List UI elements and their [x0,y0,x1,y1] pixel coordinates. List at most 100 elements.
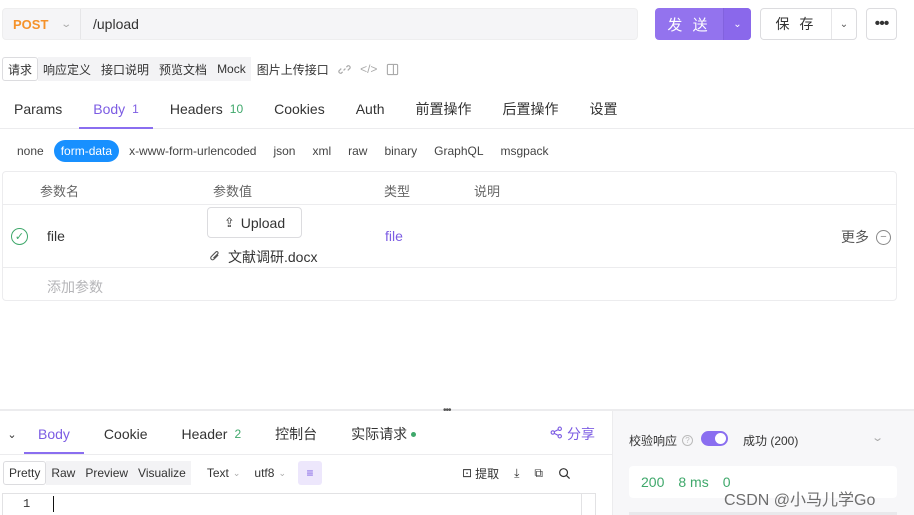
uploaded-file[interactable]: 文献调研.docx [208,247,317,267]
toggle-knob [715,433,726,444]
save-button-group: 保 存 ⌄ [760,8,857,40]
paperclip-icon [204,247,223,266]
tab-label: Auth [355,101,385,117]
url-input[interactable] [81,9,637,39]
send-dropdown-chevron-icon[interactable]: ⌄ [723,8,751,40]
body-type-none[interactable]: none [10,140,51,162]
row-more-button[interactable]: 更多 − [841,227,891,247]
copy-icon[interactable]: ⧉ [534,466,543,481]
code-icon[interactable]: </> [357,57,381,81]
response-format-toolbar: Pretty Raw Preview Visualize Text ⌄ utf8… [3,461,322,485]
content-type-select[interactable]: Text ⌄ [201,461,247,485]
column-header-name: 参数名 [40,184,80,199]
encoding-select[interactable]: utf8 ⌄ [248,461,292,485]
watermark: CSDN @小马儿学Go [724,492,876,509]
body-type-form-data[interactable]: form-data [53,140,120,162]
download-icon[interactable]: ⤓ [514,466,519,481]
body-type-raw[interactable]: raw [341,140,374,162]
chevron-down-icon: ⌄ [278,467,286,478]
api-name[interactable]: 图片上传接口 [253,57,333,81]
url-bar: POST ⌄ 发 送 ⌄ 保 存 ⌄ ••• [0,0,914,48]
segment-tab-api-description[interactable]: 接口说明 [96,57,155,81]
response-body-editor[interactable]: 1 [2,493,596,515]
response-tabs: ⌄ Body Cookie Header 2 控制台 实际请求 [0,414,612,454]
divider [0,454,612,455]
response-tools: ⊡ 提取 ⤓ ⧉ [462,463,586,483]
collapse-chevron-icon[interactable]: ⌄ [0,428,24,441]
upload-button[interactable]: ⇪ Upload [207,207,302,238]
save-dropdown-chevron-icon[interactable]: ⌄ [831,9,856,39]
send-button[interactable]: 发 送 [655,8,723,40]
more-label: 更多 [841,229,869,245]
table-header: 参数名 参数值 类型 说明 [3,172,896,205]
segment-tab-preview-docs[interactable]: 预览文档 [154,57,213,81]
tab-label: 控制台 [275,426,318,442]
validation-status[interactable]: 成功 (200) [743,432,798,449]
body-type-urlencoded[interactable]: x-www-form-urlencoded [122,140,263,162]
body-type-json[interactable]: json [266,140,302,162]
help-icon[interactable]: ? [682,435,694,446]
segment-tab-request[interactable]: 请求 [2,57,39,81]
format-raw[interactable]: Raw [46,461,81,485]
method-select[interactable]: POST ⌄ [3,9,81,39]
response-time: 8 ms [678,474,709,490]
response-tab-console[interactable]: 控制台 [261,414,331,454]
response-tab-cookie[interactable]: Cookie [90,414,162,454]
tab-label: Header [181,426,228,442]
response-tab-body[interactable]: Body [24,414,84,454]
tab-label: Cookie [103,426,148,442]
extract-label: 提取 [475,466,500,481]
format-pretty[interactable]: Pretty [3,461,47,485]
enabled-check-icon[interactable]: ✓ [11,228,28,245]
link-icon[interactable] [333,57,357,81]
tab-pre-operations[interactable]: 前置操作 [402,90,486,128]
body-type-selector: none form-data x-www-form-urlencoded jso… [10,139,559,163]
share-label: 分享 [567,426,595,442]
column-header-type: 类型 [384,184,411,199]
tab-body[interactable]: Body 1 [79,90,153,129]
format-preview[interactable]: Preview [80,461,134,485]
tab-settings[interactable]: 设置 [576,90,632,128]
tab-label: 实际请求 [351,426,408,442]
response-tab-header[interactable]: Header 2 [168,414,256,454]
validate-response-toggle[interactable] [701,431,728,446]
extract-button[interactable]: ⊡ 提取 [462,465,499,482]
segment-tab-mock[interactable]: Mock [212,57,251,81]
column-header-description: 说明 [474,184,501,199]
editor-scrollbar[interactable] [581,494,595,515]
remove-circle-icon[interactable]: − [876,229,891,245]
share-button[interactable]: 分享 [550,424,595,444]
tab-cookies[interactable]: Cookies [260,90,339,128]
save-button[interactable]: 保 存 [761,9,831,39]
content-type-value: Text [206,466,229,480]
body-type-xml[interactable]: xml [305,140,338,162]
body-type-msgpack[interactable]: msgpack [494,140,556,162]
body-type-binary[interactable]: binary [377,140,424,162]
request-tabs: Params Body 1 Headers 10 Cookies Auth 前置… [0,90,914,129]
tab-post-operations[interactable]: 后置操作 [489,90,573,128]
chevron-down-icon: ⌄ [60,18,73,30]
tab-headers[interactable]: Headers 10 [156,90,257,128]
body-type-graphql[interactable]: GraphQL [427,140,490,162]
send-button-group: 发 送 ⌄ [655,8,751,40]
response-tab-actual-request[interactable]: 实际请求 [337,414,430,454]
add-param-placeholder[interactable]: 添加参数 [47,277,103,297]
tab-count-badge: 1 [132,102,139,116]
chevron-down-icon: ⌄ [232,467,241,478]
validate-response-label: 校验响应 ? [629,432,694,449]
split-view-icon[interactable] [381,57,405,81]
table-row: ✓ file ⇪ Upload 文献调研.docx file 更多 − [3,205,896,268]
word-wrap-icon[interactable]: ≡ [297,461,322,485]
tab-label: Headers [169,101,223,117]
format-visualize[interactable]: Visualize [133,461,191,485]
tab-auth[interactable]: Auth [342,90,399,128]
chevron-down-icon[interactable]: ⌄ [871,431,884,444]
tab-params[interactable]: Params [0,90,76,128]
tab-label: 设置 [589,101,618,117]
param-name[interactable]: file [47,228,65,244]
search-icon[interactable] [558,467,571,480]
segment-tab-response-definition[interactable]: 响应定义 [38,57,97,81]
more-options-button[interactable]: ••• [866,8,897,40]
request-url-group: POST ⌄ [2,8,638,40]
param-type[interactable]: file [385,228,403,244]
